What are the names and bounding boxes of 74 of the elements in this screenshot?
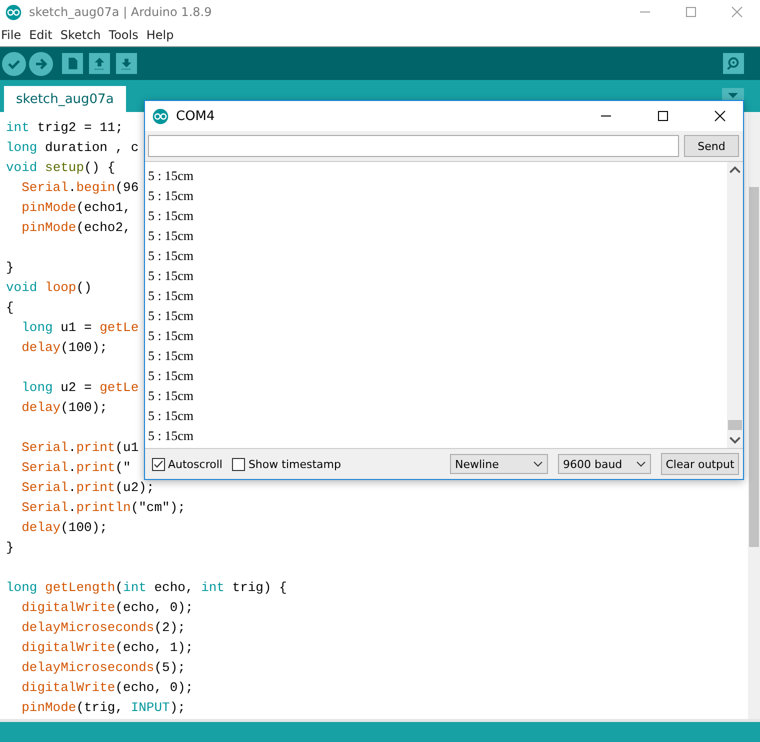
code-line: delayMicroseconds(5); xyxy=(22,659,186,677)
code-line: delayMicroseconds(2); xyxy=(22,619,186,637)
output-line: 5 : 15cm xyxy=(148,347,194,365)
app-logo-icon xyxy=(152,108,169,124)
menu-item[interactable]: File xyxy=(1,28,28,42)
open-icon[interactable] xyxy=(89,53,110,74)
code-line: void setup() { xyxy=(6,159,116,177)
tab-menu-icon[interactable] xyxy=(722,88,744,100)
output-line: 5 : 15cm xyxy=(148,267,194,285)
upload-icon[interactable] xyxy=(29,52,53,76)
code-line: int trig2 = 11; xyxy=(6,119,124,137)
output-scrollbar[interactable] xyxy=(727,162,743,448)
output-line: 5 : 15cm xyxy=(148,247,194,265)
maximize-icon[interactable] xyxy=(657,110,669,122)
code-line: } xyxy=(6,259,14,277)
output-line: 5 : 15cm xyxy=(148,287,194,305)
checkbox[interactable] xyxy=(232,458,246,470)
output-line: 5 : 15cm xyxy=(148,227,194,245)
code-line: Serial.print(u1 xyxy=(22,439,139,457)
menu-item[interactable]: Tools xyxy=(108,28,146,42)
code-line: pinMode(trig, INPUT); xyxy=(22,699,186,717)
menu-item[interactable]: Sketch xyxy=(60,28,108,42)
code-line: delay(100); xyxy=(22,339,108,357)
code-line: delay(100); xyxy=(22,519,108,537)
code-line: Serial.print(" xyxy=(22,459,131,477)
monitor-title: COM4 xyxy=(176,108,215,124)
chevron-down-icon xyxy=(533,461,543,467)
code-line: long u1 = getLe xyxy=(22,319,139,337)
menu-item[interactable]: Edit xyxy=(29,28,60,42)
code-line: Serial.begin(96 xyxy=(22,179,139,197)
code-line: pinMode(echo2, xyxy=(22,219,131,237)
app-logo-icon xyxy=(5,4,22,20)
code-line: long duration , c xyxy=(6,139,139,157)
code-line: { xyxy=(6,299,14,317)
checkbox-label: Show timestamp xyxy=(248,458,341,470)
serial-monitor-icon[interactable] xyxy=(723,53,744,74)
chevron-down-icon xyxy=(636,461,646,467)
output-line: 5 : 15cm xyxy=(148,427,194,445)
scroll-thumb[interactable] xyxy=(728,420,742,430)
code-line: } xyxy=(6,539,14,557)
output-line: 5 : 15cm xyxy=(148,407,194,425)
editor-scrollbar[interactable] xyxy=(748,112,760,719)
code-line: Serial.println("cm"); xyxy=(22,499,186,517)
send-input-field[interactable] xyxy=(148,135,679,157)
code-line: digitalWrite(echo, 0); xyxy=(22,679,194,697)
output-line: 5 : 15cm xyxy=(148,187,194,205)
code-line: Serial.print(u2); xyxy=(22,479,154,497)
output-line: 5 : 15cm xyxy=(148,207,194,225)
output-line: 5 : 15cm xyxy=(148,387,194,405)
checkbox[interactable] xyxy=(152,458,165,470)
baud-rate-dropdown[interactable]: 9600 baud xyxy=(558,454,651,474)
window-title: sketch_aug07a | Arduino 1.8.9 xyxy=(29,5,212,19)
file-tab[interactable]: sketch_aug07a xyxy=(4,86,126,112)
close-icon[interactable] xyxy=(714,110,726,122)
output-line: 5 : 15cm xyxy=(148,167,194,185)
code-line: digitalWrite(echo, 0); xyxy=(22,599,194,617)
code-line: long getLength(int echo, int trig) { xyxy=(6,579,287,597)
send-button[interactable]: Send xyxy=(684,135,739,157)
code-line: pinMode(echo1, xyxy=(22,199,131,217)
code-line: void loop() xyxy=(6,279,92,297)
new-file-icon[interactable] xyxy=(62,53,83,74)
output-line: 5 : 15cm xyxy=(148,307,194,325)
code-line: delay(100); xyxy=(22,399,108,417)
menu-item[interactable]: Help xyxy=(146,28,181,42)
output-line: 5 : 15cm xyxy=(148,367,194,385)
clear-output-button[interactable]: Clear output xyxy=(661,453,739,475)
save-icon[interactable] xyxy=(116,53,137,74)
code-line: digitalWrite(echo, 1); xyxy=(22,639,194,657)
line-ending-dropdown[interactable]: Newline xyxy=(450,454,548,474)
output-line: 5 : 15cm xyxy=(148,327,194,345)
checkbox-label: Autoscroll xyxy=(168,458,222,470)
scroll-thumb[interactable] xyxy=(749,187,759,547)
verify-icon[interactable] xyxy=(2,52,26,76)
code-line: long u2 = getLe xyxy=(22,379,139,397)
